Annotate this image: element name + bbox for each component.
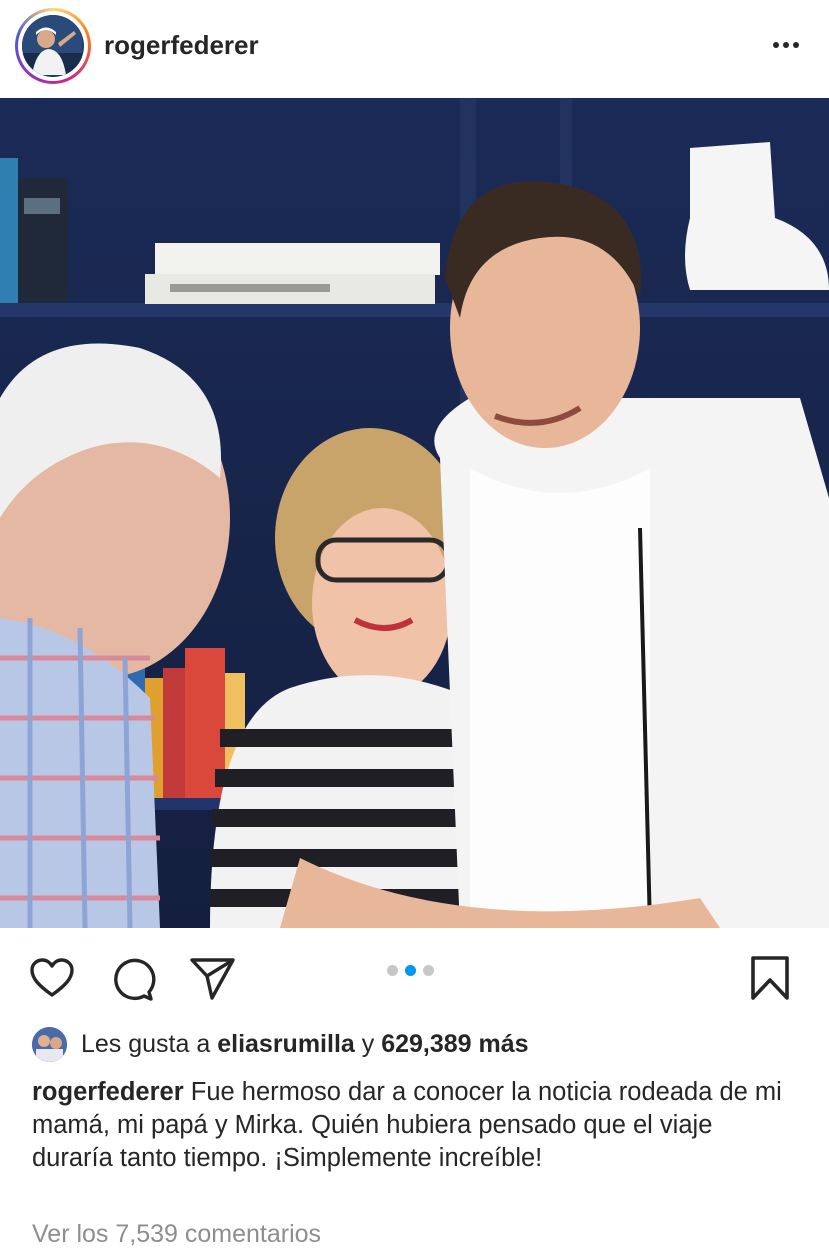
heart-icon[interactable]: [28, 954, 76, 1002]
likes-count-link[interactable]: 629,389 más: [381, 1030, 528, 1059]
likes-prefix: Les gusta a: [81, 1029, 218, 1058]
view-comments-link[interactable]: Ver los 7,539 comentarios: [32, 1220, 321, 1249]
story-ring[interactable]: [15, 8, 91, 84]
carousel-dot[interactable]: [387, 965, 398, 976]
paper-plane-icon[interactable]: [188, 954, 236, 1002]
likes-summary: Les gusta a eliasrumilla y 629,389 más: [32, 1024, 529, 1064]
carousel-indicator: [387, 965, 434, 976]
likes-join: y: [354, 1029, 382, 1058]
comment-bubble-icon[interactable]: [108, 954, 156, 1002]
carousel-dot[interactable]: [423, 965, 434, 976]
carousel-dot-active[interactable]: [405, 965, 416, 976]
more-options-icon[interactable]: [766, 30, 806, 60]
liker-avatar[interactable]: [32, 1026, 67, 1062]
caption-username[interactable]: rogerfederer: [32, 1078, 184, 1106]
post-header: rogerfederer: [0, 0, 829, 98]
profile-avatar[interactable]: [22, 15, 84, 77]
post-photo[interactable]: [0, 98, 829, 928]
bookmark-icon[interactable]: [747, 954, 795, 1002]
likes-user-link[interactable]: eliasrumilla: [217, 1030, 355, 1059]
header-username[interactable]: rogerfederer: [104, 30, 259, 61]
post-caption: rogerfederer Fue hermoso dar a conocer l…: [32, 1076, 792, 1175]
post-image: [0, 98, 829, 928]
